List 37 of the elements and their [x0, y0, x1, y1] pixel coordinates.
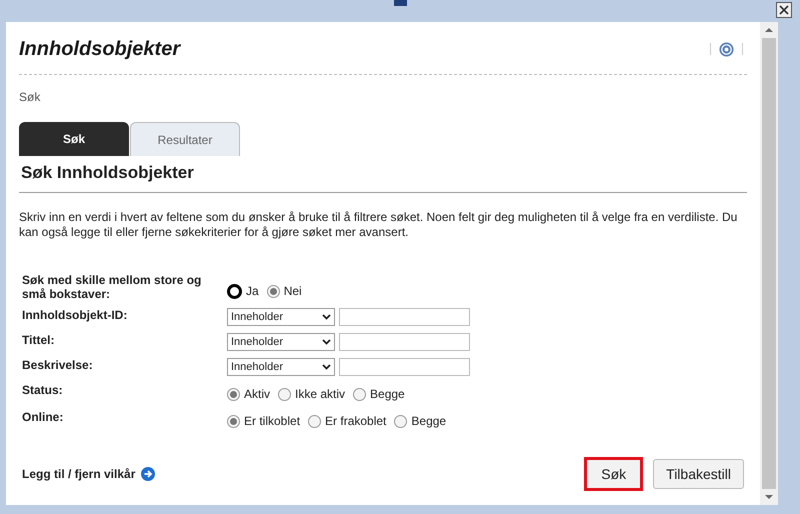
field-label: Innholdsobjekt-ID:	[22, 308, 128, 322]
chevron-icon	[322, 314, 331, 320]
field-label: Søk med skille mellom store og små bokstaver:	[22, 273, 202, 301]
radio-option[interactable]: Aktiv	[227, 385, 270, 403]
text-input[interactable]	[339, 308, 470, 326]
scrollbar[interactable]	[760, 22, 778, 505]
field-label: Online:	[22, 410, 64, 424]
field-label: Tittel:	[22, 333, 56, 347]
chevron-icon	[322, 339, 331, 345]
text-input[interactable]	[339, 333, 470, 351]
action-button[interactable]: Søk	[584, 457, 644, 491]
field-label: Status:	[22, 383, 64, 397]
arrow-right-icon[interactable]	[141, 467, 156, 481]
breadcrumb: Søk	[19, 89, 42, 106]
tab[interactable]: Søk	[19, 122, 129, 156]
radio-option[interactable]: Nei	[266, 282, 302, 300]
add-remove-link[interactable]: Legg til / fjern vilkår	[22, 465, 136, 483]
radio-option[interactable]: Begge	[394, 412, 446, 430]
description-text: Skriv inn en verdi i hvert av feltene som du ønsker å bruke til å filtrere søket. Noen felt gir deg muligheten til å velge fra en verdiliste. Du kan også legge til eller fjerne søkekriterier for å gjøre søket mer avansert.	[19, 210, 738, 240]
action-button[interactable]: Tilbakestill	[653, 459, 744, 489]
section-heading: Søk Innholdsobjekter	[21, 163, 194, 182]
operator-dropdown[interactable]: Inneholder	[227, 358, 335, 376]
close-button[interactable]	[776, 2, 792, 18]
tab[interactable]: Resultater	[130, 122, 240, 156]
radio-option[interactable]: Er frakoblet	[308, 412, 386, 430]
operator-dropdown[interactable]: Inneholder	[227, 333, 335, 351]
close-icon	[779, 5, 789, 15]
radio-option[interactable]: Ikke aktiv	[278, 385, 346, 403]
page-title: Innholdsobjekter	[19, 37, 180, 62]
operator-dropdown[interactable]: Inneholder	[227, 308, 335, 326]
radio-option[interactable]: Ja	[227, 282, 259, 300]
text-input[interactable]	[339, 358, 470, 376]
field-label: Beskrivelse:	[22, 358, 94, 372]
window-icon	[394, 0, 406, 6]
radio-option[interactable]: Begge	[353, 385, 405, 403]
chevron-icon	[322, 364, 331, 370]
radio-option[interactable]: Er tilkoblet	[227, 412, 300, 430]
